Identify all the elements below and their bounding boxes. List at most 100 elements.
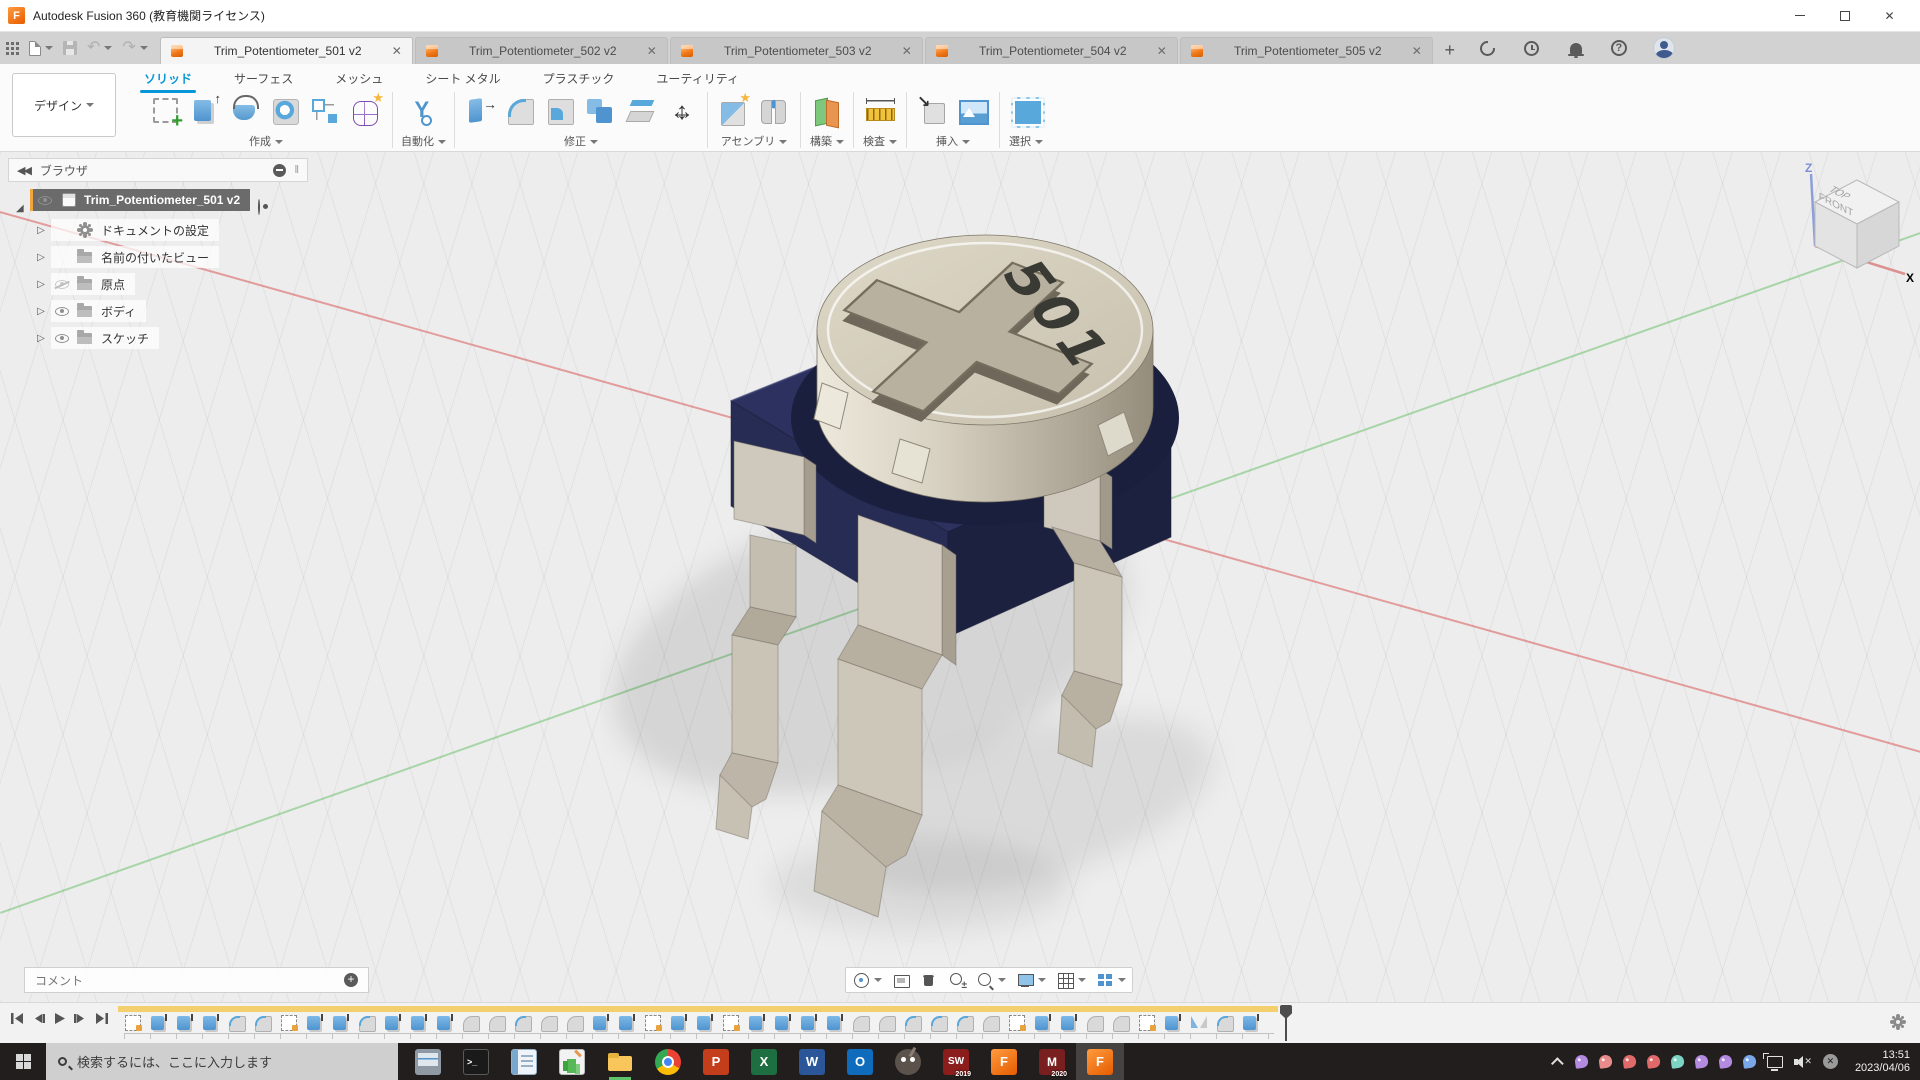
network-icon[interactable] (1767, 1056, 1783, 1068)
document-tab[interactable]: Trim_Potentiometer_503 v2 ✕ (670, 37, 923, 64)
ribbon-tool[interactable] (915, 92, 951, 130)
timeline-feature[interactable] (514, 1014, 532, 1031)
document-tab[interactable]: Trim_Potentiometer_501 v2 ✕ (160, 37, 413, 64)
timeline-feature[interactable] (930, 1014, 948, 1031)
timeline-feature[interactable] (384, 1014, 402, 1031)
collapse-browser-icon[interactable]: ◀◀ (17, 164, 30, 177)
expander-icon[interactable]: ▷ (34, 306, 48, 317)
ribbon-tab[interactable]: メッシュ (331, 67, 387, 90)
activate-component-radio[interactable] (258, 199, 260, 215)
ribbon-tool[interactable] (583, 92, 619, 130)
ribbon-tool[interactable] (268, 92, 304, 130)
visibility-eye-icon[interactable] (55, 334, 69, 343)
redo-icon[interactable]: ↷ (122, 36, 147, 60)
save-icon[interactable] (63, 36, 77, 60)
ribbon-group-label[interactable]: 検査 (863, 133, 897, 149)
taskbar-app[interactable]: W (788, 1043, 836, 1080)
view-tool[interactable] (948, 971, 966, 989)
app-grid-icon[interactable] (6, 36, 19, 60)
ribbon-tool[interactable] (188, 92, 224, 130)
ribbon-tool[interactable] (148, 92, 184, 130)
tray-app-icon[interactable] (1622, 1054, 1637, 1069)
taskbar-app[interactable]: F (980, 1043, 1028, 1080)
timeline-feature[interactable] (150, 1014, 168, 1031)
view-tool[interactable] (920, 971, 938, 989)
timeline-feature[interactable] (436, 1014, 454, 1031)
node-label[interactable]: スケッチ (101, 330, 149, 347)
account-avatar[interactable] (1653, 37, 1675, 59)
status-circle-icon[interactable]: ✕ (1823, 1054, 1838, 1069)
timeline-feature[interactable] (540, 1014, 558, 1031)
browser-root-row[interactable]: ◢ Trim_Potentiometer_501 v2 (16, 189, 308, 214)
timeline-playhead[interactable] (1280, 1005, 1292, 1041)
taskbar-app[interactable]: SW2019 (932, 1043, 980, 1080)
job-status-icon[interactable] (1523, 39, 1541, 57)
browser-tree-row[interactable]: ▷ ボディ (34, 300, 308, 322)
timeline-feature[interactable] (332, 1014, 350, 1031)
timeline-feature[interactable] (1086, 1014, 1104, 1031)
step-forward-button[interactable] (73, 1011, 88, 1026)
tray-app-icon[interactable] (1670, 1054, 1685, 1069)
root-component-label[interactable]: Trim_Potentiometer_501 v2 (84, 193, 240, 207)
timeline-feature[interactable] (1242, 1014, 1260, 1031)
browser-tree-row[interactable]: ▷ 原点 (34, 273, 308, 295)
ribbon-group-label[interactable]: アセンブリ (721, 133, 787, 149)
timeline-feature[interactable] (852, 1014, 870, 1031)
ribbon-tool[interactable] (463, 92, 499, 130)
timeline-feature[interactable] (696, 1014, 714, 1031)
expander-icon[interactable]: ◢ (16, 203, 24, 214)
browser-tree-row[interactable]: ▷ ドキュメントの設定 (34, 219, 308, 241)
taskbar-app[interactable]: P (692, 1043, 740, 1080)
timeline-feature[interactable] (462, 1014, 480, 1031)
timeline-settings-icon[interactable] (1889, 1013, 1906, 1030)
new-tab-button[interactable]: + (1435, 37, 1465, 64)
timeline-feature[interactable] (1034, 1014, 1052, 1031)
browser-tree-row[interactable]: ▷ 名前の付いたビュー (34, 246, 308, 268)
taskbar-app[interactable] (644, 1043, 692, 1080)
extensions-icon[interactable] (1479, 39, 1497, 57)
timeline-feature[interactable] (748, 1014, 766, 1031)
ribbon-tool[interactable] (228, 92, 264, 130)
node-label[interactable]: ドキュメントの設定 (101, 222, 209, 239)
document-tab[interactable]: Trim_Potentiometer_502 v2 ✕ (415, 37, 668, 64)
timeline-feature[interactable] (410, 1014, 428, 1031)
viewport-canvas[interactable]: 501 ◀◀ ブラウザ ‖ ◢ Trim_Potentiometer_501 v… (0, 152, 1920, 1002)
taskbar-app[interactable]: O (836, 1043, 884, 1080)
taskbar-app[interactable] (884, 1043, 932, 1080)
document-tab[interactable]: Trim_Potentiometer_504 v2 ✕ (925, 37, 1178, 64)
timeline-feature[interactable] (176, 1014, 194, 1031)
add-comment-icon[interactable]: + (344, 973, 358, 987)
timeline-feature[interactable] (124, 1014, 142, 1031)
timeline-feature[interactable] (826, 1014, 844, 1031)
volume-muted-icon[interactable]: ✕ (1794, 1055, 1812, 1069)
taskbar-clock[interactable]: 13:51 2023/04/06 (1849, 1049, 1910, 1075)
node-label[interactable]: ボディ (101, 303, 136, 320)
timeline-feature[interactable] (592, 1014, 610, 1031)
timeline-feature[interactable] (1138, 1014, 1156, 1031)
taskbar-app[interactable]: X (740, 1043, 788, 1080)
tray-app-icon[interactable] (1598, 1054, 1613, 1069)
expander-icon[interactable]: ▷ (34, 333, 48, 344)
document-tab[interactable]: Trim_Potentiometer_505 v2 ✕ (1180, 37, 1433, 64)
ribbon-tab[interactable]: シート メタル (421, 67, 504, 90)
ribbon-tool[interactable] (862, 92, 898, 130)
close-button[interactable]: ✕ (1867, 0, 1912, 32)
ribbon-tool[interactable] (716, 92, 752, 130)
timeline-feature[interactable] (306, 1014, 324, 1031)
ribbon-tab[interactable]: ユーティリティ (652, 67, 743, 90)
tab-close-icon[interactable]: ✕ (1157, 44, 1167, 58)
ribbon-tool[interactable] (406, 92, 442, 130)
timeline-feature[interactable] (280, 1014, 298, 1031)
taskbar-app[interactable]: F (1076, 1043, 1124, 1080)
expander-icon[interactable]: ▷ (34, 279, 48, 290)
timeline-feature[interactable] (228, 1014, 246, 1031)
ribbon-tool[interactable] (663, 92, 699, 130)
timeline-feature[interactable] (1216, 1014, 1234, 1031)
timeline-feature[interactable] (488, 1014, 506, 1031)
start-button[interactable] (0, 1043, 46, 1080)
visibility-eye-icon[interactable] (38, 196, 52, 205)
timeline-feature[interactable] (1008, 1014, 1026, 1031)
notifications-icon[interactable] (1567, 39, 1585, 57)
ribbon-tool[interactable] (503, 92, 539, 130)
tab-close-icon[interactable]: ✕ (902, 44, 912, 58)
